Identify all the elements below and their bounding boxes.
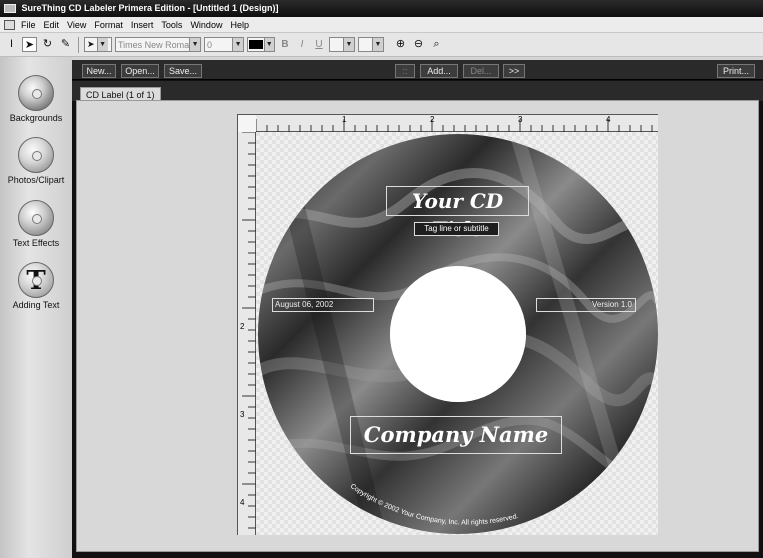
label-design-page: 1 2 3 4 2 3 4 Copyright © 2002 Your Comp… bbox=[237, 114, 658, 535]
chevron-down-icon: ▼ bbox=[189, 38, 200, 51]
top-ruler-ticks bbox=[255, 119, 653, 132]
company-name-field[interactable]: Company Name bbox=[350, 416, 562, 454]
ruler-number: 3 bbox=[518, 115, 523, 124]
zoom-fit-icon[interactable]: ⌕ bbox=[429, 37, 444, 52]
menu-edit[interactable]: Edit bbox=[44, 20, 60, 30]
ruler-number: 1 bbox=[342, 115, 347, 124]
menu-format[interactable]: Format bbox=[94, 20, 123, 30]
underline-button[interactable]: U bbox=[312, 39, 326, 50]
color-swatch bbox=[249, 40, 263, 49]
pointer-icon[interactable]: ➤ bbox=[22, 37, 37, 52]
toolbar: Ι ➤ ↻ ✎ ➤ ▼ Times New Roman ▼ 0 ▼ ▼ B I … bbox=[0, 33, 763, 57]
version-field[interactable]: Version 1.0 bbox=[536, 298, 636, 312]
chevron-down-icon: ▼ bbox=[372, 38, 383, 51]
color-dropdown[interactable]: ▼ bbox=[247, 37, 275, 52]
backgrounds-icon bbox=[18, 75, 54, 111]
adding-text-tool[interactable]: T Adding Text bbox=[0, 262, 72, 310]
command-bar: New... Open... Save... :: Add... Del... … bbox=[72, 60, 763, 80]
tools-panel: Backgrounds Photos/Clipart Text Effects … bbox=[0, 57, 72, 558]
chevron-down-icon: ▼ bbox=[343, 38, 354, 51]
eyedropper-icon[interactable]: ✎ bbox=[58, 37, 73, 52]
top-ruler: 1 2 3 4 bbox=[255, 115, 658, 132]
menu-insert[interactable]: Insert bbox=[131, 20, 154, 30]
app-icon bbox=[4, 4, 16, 14]
font-size-dropdown[interactable]: 0 ▼ bbox=[204, 37, 244, 52]
date-field[interactable]: August 06, 2002 bbox=[272, 298, 374, 312]
menu-tools[interactable]: Tools bbox=[161, 20, 182, 30]
menu-view[interactable]: View bbox=[67, 20, 86, 30]
cd-hole bbox=[390, 266, 526, 402]
chevron-down-icon: ▼ bbox=[96, 38, 108, 51]
text-effects-label: Text Effects bbox=[12, 238, 60, 248]
new-button[interactable]: New... bbox=[82, 64, 116, 78]
document-icon[interactable] bbox=[4, 19, 15, 30]
text-cursor-icon[interactable]: Ι bbox=[4, 37, 19, 52]
window-title: SureThing CD Labeler Primera Edition - [… bbox=[21, 3, 279, 13]
left-ruler: 2 3 4 bbox=[238, 131, 256, 535]
chevron-down-icon: ▼ bbox=[263, 38, 274, 51]
align-dropdown[interactable]: ▼ bbox=[329, 37, 355, 52]
delete-label-button[interactable]: Del... bbox=[463, 64, 499, 78]
photo-clipart-icon bbox=[18, 137, 54, 173]
letter-t-glyph: T bbox=[26, 266, 46, 296]
bold-button[interactable]: B bbox=[278, 39, 292, 50]
photos-clipart-tool[interactable]: Photos/Clipart bbox=[0, 137, 72, 185]
adding-text-icon: T bbox=[18, 262, 54, 298]
ruler-number: 3 bbox=[240, 410, 245, 419]
pointer-mode-icon: ➤ bbox=[87, 39, 95, 49]
backgrounds-tool[interactable]: Backgrounds bbox=[0, 75, 72, 123]
text-effects-icon bbox=[18, 200, 54, 236]
add-label-button[interactable]: Add... bbox=[420, 64, 458, 78]
chevron-down-icon: ▼ bbox=[232, 38, 243, 51]
adding-text-label: Adding Text bbox=[12, 300, 60, 310]
text-effects-tool[interactable]: Text Effects bbox=[0, 200, 72, 248]
window-title-bar: SureThing CD Labeler Primera Edition - [… bbox=[0, 0, 763, 17]
menu-window[interactable]: Window bbox=[190, 20, 222, 30]
previous-label-button[interactable]: :: bbox=[395, 64, 415, 78]
ruler-number: 2 bbox=[240, 322, 245, 331]
spacing-dropdown[interactable]: ▼ bbox=[358, 37, 384, 52]
tagline-field[interactable]: Tag line or subtitle bbox=[414, 222, 499, 236]
photos-clipart-label: Photos/Clipart bbox=[7, 175, 65, 185]
ruler-number: 4 bbox=[240, 498, 245, 507]
font-name-value: Times New Roman bbox=[118, 39, 190, 50]
ruler-number: 4 bbox=[606, 115, 611, 124]
menu-bar: File Edit View Format Insert Tools Windo… bbox=[0, 17, 763, 33]
save-button[interactable]: Save... bbox=[164, 64, 202, 78]
pointer-mode-dropdown[interactable]: ➤ ▼ bbox=[84, 37, 112, 52]
zoom-in-icon[interactable]: ⊕ bbox=[393, 37, 408, 52]
menu-help[interactable]: Help bbox=[230, 20, 249, 30]
italic-button[interactable]: I bbox=[295, 39, 309, 50]
zoom-out-icon[interactable]: ⊖ bbox=[411, 37, 426, 52]
ruler-number: 2 bbox=[430, 115, 435, 124]
left-ruler-ticks bbox=[242, 131, 256, 529]
menu-file[interactable]: File bbox=[21, 20, 36, 30]
tab-strip: CD Label (1 of 1) bbox=[72, 81, 763, 103]
print-button[interactable]: Print... bbox=[717, 64, 755, 78]
cd-title-field[interactable]: Your CD Title bbox=[386, 186, 529, 241]
open-button[interactable]: Open... bbox=[121, 64, 159, 78]
font-size-value: 0 bbox=[207, 39, 213, 50]
rotate-icon[interactable]: ↻ bbox=[40, 37, 55, 52]
toolbar-separator bbox=[78, 36, 79, 53]
font-name-dropdown[interactable]: Times New Roman ▼ bbox=[115, 37, 201, 52]
backgrounds-label: Backgrounds bbox=[9, 113, 63, 123]
next-label-button[interactable]: >> bbox=[503, 64, 525, 78]
